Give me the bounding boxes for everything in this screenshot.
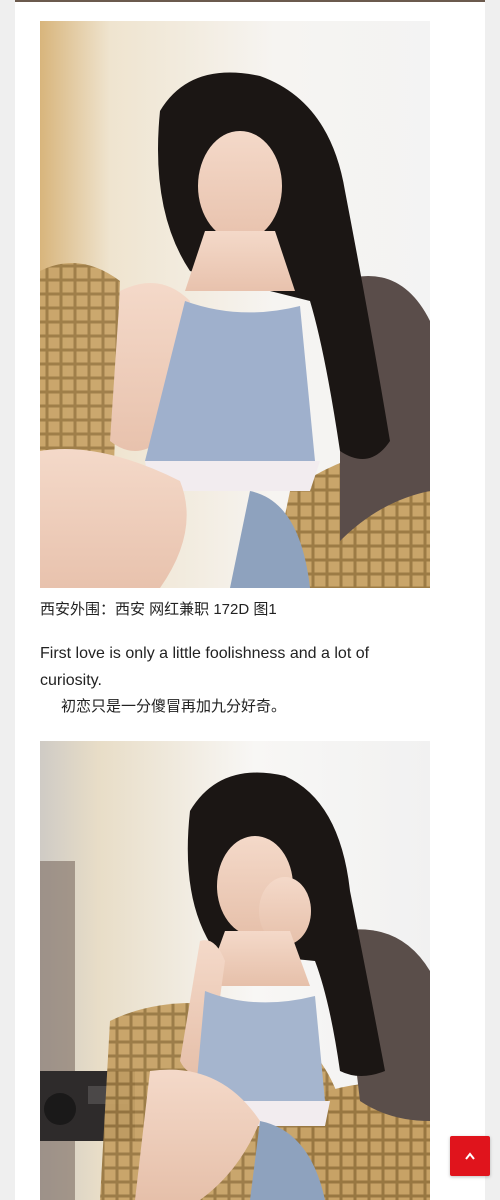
photo-caption: 西安外围：西安 网红兼职 172D 图1: [40, 601, 277, 618]
scroll-to-top-button[interactable]: [450, 1136, 490, 1176]
page: 西安外围：西安 网红兼职 172D 图1 First love is only …: [0, 0, 500, 1200]
quote-english: First love is only a little foolishness …: [40, 645, 370, 689]
quote-chinese: 初恋只是一分傻冒再加九分好奇。: [61, 698, 287, 715]
top-image-edge: [15, 0, 485, 2]
chevron-up-icon: [465, 1152, 475, 1160]
article-photo-1: [40, 21, 430, 588]
article-photo-2: [40, 741, 430, 1200]
